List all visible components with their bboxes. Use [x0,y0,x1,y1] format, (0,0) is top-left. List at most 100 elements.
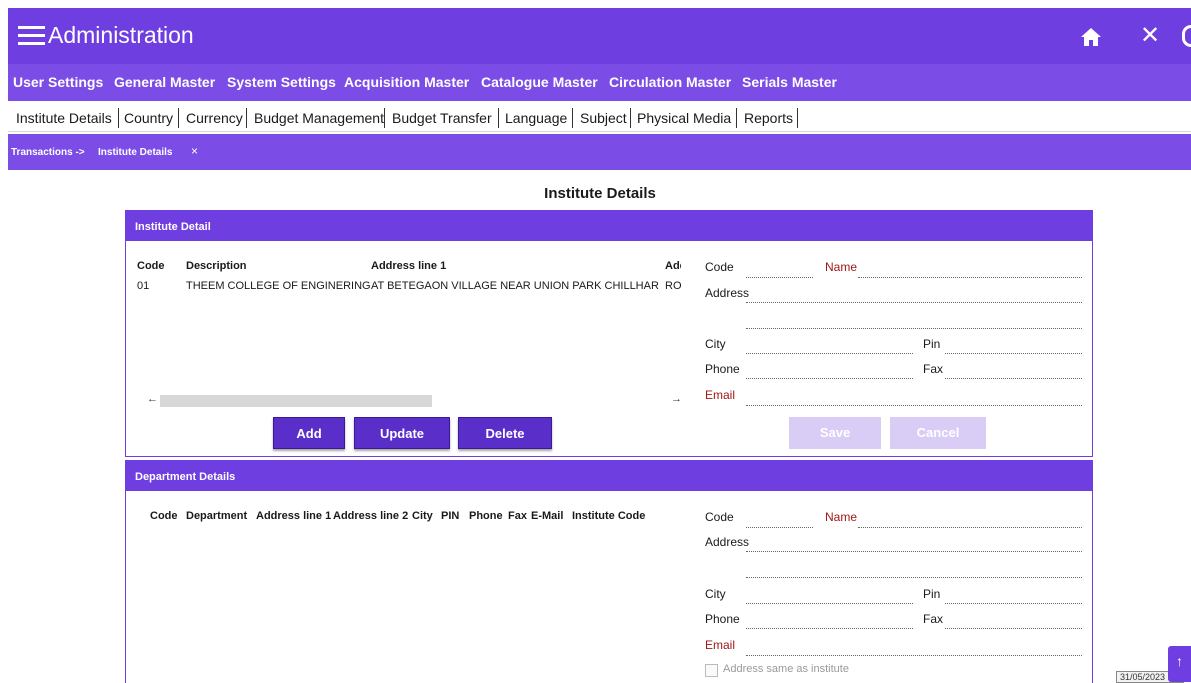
city-label: City [705,587,726,601]
delete-button[interactable]: Delete [458,417,552,449]
tab-country[interactable]: Country [124,104,173,132]
email-label: Email [705,388,736,402]
breadcrumb: Transactions -> Institute Details × [8,134,1191,170]
close-icon[interactable]: ✕ [1138,22,1162,50]
tab-currency[interactable]: Currency [186,104,243,132]
sub-menu: Institute Details Country Currency Budge… [8,104,1191,132]
page-title: Institute Details [544,185,656,202]
menu-circulation-master[interactable]: Circulation Master [609,74,731,90]
address-line-1-field[interactable] [746,534,1082,552]
col-address-line-1[interactable]: Address line 1 [256,507,331,525]
fax-label: Fax [923,612,944,626]
title-bar: Administration ✕ [8,8,1191,64]
name-field[interactable] [858,260,1082,278]
pin-label: Pin [923,337,941,351]
separator [178,108,179,128]
same-address-checkbox[interactable] [705,664,718,677]
col-fax[interactable]: Fax [508,507,527,525]
tab-budget-transfer[interactable]: Budget Transfer [392,104,492,132]
menu-general-master[interactable]: General Master [114,74,215,90]
fax-field[interactable] [945,361,1082,379]
tab-physical-media[interactable]: Physical Media [637,104,731,132]
phone-label: Phone [705,362,740,376]
tab-budget-management[interactable]: Budget Management [254,104,384,132]
city-label: City [705,337,726,351]
tab-language[interactable]: Language [505,104,567,132]
menu-user-settings[interactable]: User Settings [13,74,103,90]
scroll-right-icon[interactable]: → [671,393,682,405]
separator [572,108,573,128]
close-tab-icon[interactable]: × [191,144,198,158]
email-field[interactable] [746,638,1082,656]
add-button[interactable]: Add [273,417,345,449]
main-menu: User Settings General Master System Sett… [8,64,1191,101]
address-label: Address [705,535,750,549]
hamburger-icon[interactable] [18,26,45,46]
cell-address-line-2: ROA [665,280,681,292]
col-pin[interactable]: PIN [441,507,459,525]
scroll-top-button[interactable]: ↑ [1168,646,1191,682]
pin-field[interactable] [945,336,1082,354]
update-button[interactable]: Update [354,417,450,449]
refresh-icon[interactable] [1182,25,1191,47]
fax-field[interactable] [945,611,1082,629]
name-field[interactable] [858,510,1082,528]
department-panel-header: Department Details [126,461,1092,491]
phone-field[interactable] [746,611,913,629]
cancel-button[interactable]: Cancel [890,417,986,449]
code-field[interactable] [746,510,813,528]
tab-subject[interactable]: Subject [580,104,627,132]
breadcrumb-prefix[interactable]: Transactions -> [11,147,85,158]
code-label: Code [705,510,734,524]
phone-label: Phone [705,612,740,626]
institute-panel: Institute Detail Code Description Addres… [125,210,1093,457]
breadcrumb-current[interactable]: Institute Details [98,147,172,158]
col-department[interactable]: Department [186,507,247,525]
address-line-2-field[interactable] [746,560,1082,578]
cell-description: THEEM COLLEGE OF ENGINERING [186,280,371,292]
name-label: Name [825,260,858,274]
grid-header: Code Department Address line 1 Address l… [135,507,681,525]
horizontal-scrollbar[interactable]: ← → [146,393,684,407]
col-address-line-1[interactable]: Address line 1 [371,257,446,275]
separator [630,108,631,128]
col-institute-code[interactable]: Institute Code [572,507,645,525]
col-address-line-2[interactable]: Adc [665,257,681,275]
address-label: Address [705,286,750,300]
email-field[interactable] [746,388,1082,406]
col-city[interactable]: City [412,507,433,525]
institute-panel-header: Institute Detail [126,211,1092,241]
scroll-left-icon[interactable]: ← [147,393,158,405]
address-line-2-field[interactable] [746,311,1082,329]
tab-reports[interactable]: Reports [744,104,793,132]
col-phone[interactable]: Phone [469,507,503,525]
col-email[interactable]: E-Mail [531,507,563,525]
institute-grid: Code Description Address line 1 Adc 01 T… [135,255,681,405]
email-label: Email [705,638,736,652]
code-field[interactable] [746,260,813,278]
city-field[interactable] [746,336,913,354]
tab-institute-details[interactable]: Institute Details [16,104,112,132]
col-code[interactable]: Code [150,507,178,525]
col-code[interactable]: Code [137,257,165,275]
save-button[interactable]: Save [789,417,881,449]
city-field[interactable] [746,586,913,604]
menu-catalogue-master[interactable]: Catalogue Master [481,74,598,90]
separator [498,108,499,128]
menu-system-settings[interactable]: System Settings [227,74,336,90]
scrollbar-thumb[interactable] [160,395,432,407]
pin-field[interactable] [945,586,1082,604]
department-grid: Code Department Address line 1 Address l… [135,505,681,683]
app-title: Administration [48,22,194,48]
address-line-1-field[interactable] [746,285,1082,303]
same-address-label: Address same as institute [723,663,849,675]
menu-acquisition-master[interactable]: Acquisition Master [344,74,469,90]
home-icon[interactable] [1080,27,1102,47]
menu-serials-master[interactable]: Serials Master [742,74,837,90]
col-description[interactable]: Description [186,257,247,275]
col-address-line-2[interactable]: Address line 2 [333,507,408,525]
separator [384,108,385,128]
table-row[interactable]: 01 THEEM COLLEGE OF ENGINERING AT BETEGA… [135,277,681,295]
phone-field[interactable] [746,361,913,379]
cell-code: 01 [137,280,150,292]
